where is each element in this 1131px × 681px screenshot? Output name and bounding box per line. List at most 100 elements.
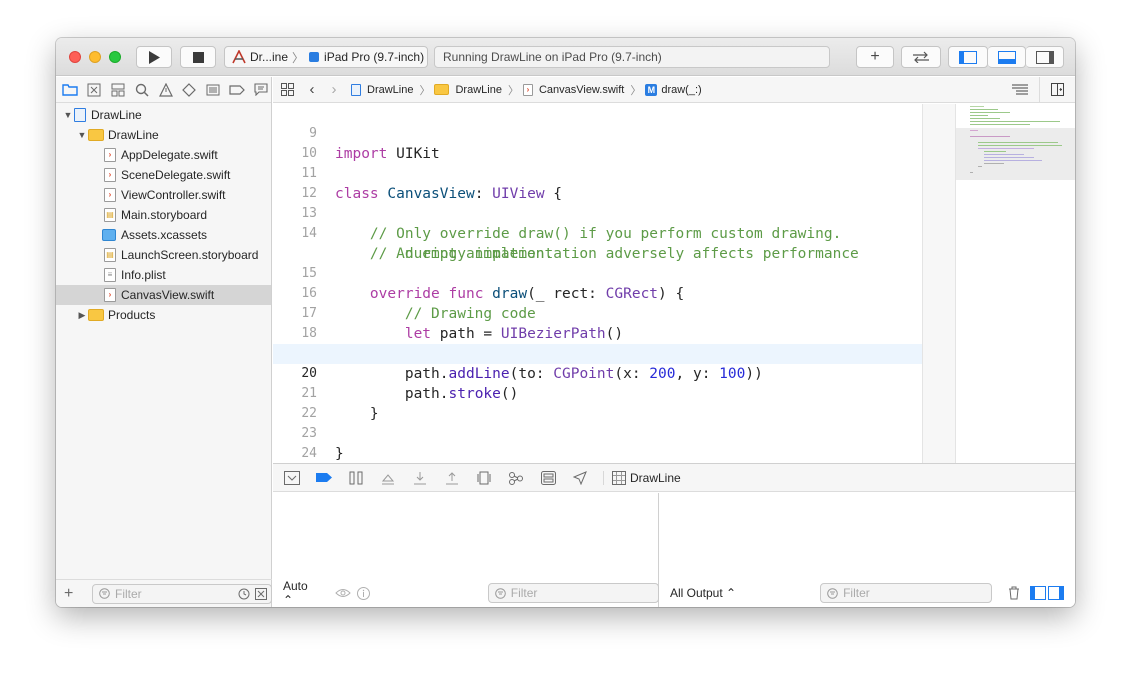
eye-icon[interactable]	[335, 587, 351, 599]
add-editor-button[interactable]	[1039, 76, 1075, 103]
minimap[interactable]	[955, 104, 1075, 463]
forward-button[interactable]: ›	[323, 81, 345, 98]
tree-item-file[interactable]: › AppDelegate.swift	[56, 145, 271, 165]
tree-item-file[interactable]: › ViewController.swift	[56, 185, 271, 205]
console-view[interactable]: All Output ⌃ Filter	[660, 493, 1075, 607]
disclosure-open-icon[interactable]: ▼	[76, 130, 88, 140]
symbol-navigator-tab[interactable]	[108, 80, 128, 100]
document-items-icon[interactable]	[1009, 84, 1031, 96]
filter-icon	[99, 588, 110, 599]
environment-overrides-button[interactable]	[539, 470, 557, 486]
plus-icon: +	[870, 48, 880, 65]
disclosure-closed-icon[interactable]: ▶	[76, 310, 88, 321]
hide-panel-icon	[284, 470, 300, 485]
split-editor-icon	[1051, 83, 1064, 96]
step-over-button[interactable]	[379, 470, 397, 486]
tree-item-file[interactable]: ▤ Main.storyboard	[56, 205, 271, 225]
code-line: 19 path.addLine(to: CGPoint(x: 200, y: 1…	[273, 324, 922, 382]
breakpoint-navigator-tab[interactable]	[227, 80, 247, 100]
tree-item-file-selected[interactable]: › CanvasView.swift	[56, 285, 271, 305]
hierarchy-icon	[111, 83, 125, 96]
filter-icon	[827, 587, 838, 599]
find-navigator-tab[interactable]	[132, 80, 152, 100]
tree-item-file[interactable]: ≡ Info.plist	[56, 265, 271, 285]
project-navigator-tab[interactable]	[60, 80, 80, 100]
console-output-selector[interactable]: All Output ⌃	[670, 586, 736, 600]
trash-icon[interactable]	[1008, 586, 1020, 600]
memory-graph-button[interactable]	[507, 470, 525, 486]
recent-files-icon[interactable]	[238, 588, 250, 600]
plist-file-icon: ≡	[104, 268, 116, 282]
toggle-debug-area-button[interactable]	[988, 46, 1026, 68]
jump-bar: ‹ › DrawLine 〉 DrawLine 〉 › CanvasView.s…	[273, 76, 1075, 103]
step-out-button[interactable]	[443, 470, 461, 486]
report-navigator-tab[interactable]	[251, 80, 271, 100]
swift-file-icon: ›	[104, 168, 116, 182]
info-icon[interactable]	[356, 586, 370, 600]
variables-view[interactable]: Auto ⌃ Filter	[273, 493, 659, 607]
toggle-navigator-button[interactable]	[948, 46, 988, 68]
run-button[interactable]	[136, 46, 172, 68]
test-navigator-tab[interactable]	[179, 80, 199, 100]
tree-item-label: CanvasView.swift	[121, 288, 215, 302]
debug-navigator-tab[interactable]	[203, 80, 223, 100]
tree-item-group-products[interactable]: ▶ Products	[56, 305, 271, 325]
activity-status: Running DrawLine on iPad Pro (9.7-inch)	[434, 46, 830, 68]
pause-button[interactable]	[347, 470, 365, 486]
stop-button[interactable]	[180, 46, 216, 68]
navigator-filter-input[interactable]: Filter	[92, 583, 272, 604]
library-button[interactable]: +	[856, 46, 894, 68]
back-button[interactable]: ‹	[301, 81, 323, 98]
tree-item-file[interactable]: Assets.xcassets	[56, 225, 271, 245]
filter-placeholder: Filter	[510, 586, 538, 600]
console-filter-input[interactable]: Filter	[820, 583, 993, 603]
tree-item-group-drawline[interactable]: ▼ DrawLine	[56, 125, 271, 145]
tree-item-label: LaunchScreen.storyboard	[121, 248, 259, 262]
activity-status-text: Running DrawLine on iPad Pro (9.7-inch)	[443, 50, 662, 64]
pause-icon	[349, 471, 363, 484]
scm-status-filter-icon[interactable]	[255, 587, 267, 600]
process-selector[interactable]: DrawLine	[603, 470, 681, 485]
zoom-window-button[interactable]	[109, 51, 121, 63]
step-into-icon	[414, 471, 426, 484]
folder-icon	[434, 84, 450, 95]
breakpoints-toggle-button[interactable]	[315, 470, 333, 486]
close-window-button[interactable]	[69, 51, 81, 63]
breadcrumb-label: CanvasView.swift	[538, 83, 625, 96]
simulate-location-button[interactable]	[571, 470, 589, 486]
add-file-button[interactable]: +	[64, 585, 80, 603]
hide-debug-area-button[interactable]	[283, 470, 301, 486]
project-navigator: ▼ DrawLine ▼ DrawLine › AppDelegate.swif…	[56, 77, 272, 607]
scheme-selector[interactable]: Dr...ine 〉 iPad Pro (9.7-inch)	[224, 46, 428, 68]
tree-item-project[interactable]: ▼ DrawLine	[56, 105, 271, 125]
variables-scope-selector[interactable]: Auto ⌃	[283, 579, 321, 607]
source-control-navigator-tab[interactable]	[84, 80, 104, 100]
code-line: 12	[273, 164, 922, 201]
breadcrumb-project[interactable]: DrawLine	[351, 83, 413, 96]
source-editor[interactable]: 9 import UIKit 10 11 class CanvasView: U…	[273, 104, 922, 463]
breadcrumb-label: draw(_:)	[661, 83, 702, 96]
tree-item-file[interactable]: ▤ LaunchScreen.storyboard	[56, 245, 271, 265]
view-debugger-button[interactable]	[475, 470, 493, 486]
variables-view-toggle-icon[interactable]	[1030, 586, 1047, 600]
code-line: 21 }	[273, 364, 922, 422]
variables-filter-input[interactable]: Filter	[487, 583, 659, 603]
breadcrumb-group[interactable]: DrawLine	[434, 84, 502, 96]
issue-navigator-tab[interactable]	[156, 80, 176, 100]
disclosure-open-icon[interactable]: ▼	[62, 110, 74, 120]
arrows-swap-icon	[913, 51, 929, 63]
tree-item-file[interactable]: › SceneDelegate.swift	[56, 165, 271, 185]
method-icon: M	[645, 83, 658, 96]
toggle-inspector-button[interactable]	[1026, 46, 1064, 68]
folder-icon	[62, 84, 78, 96]
console-view-toggle-icon[interactable]	[1048, 586, 1065, 600]
chevron-right-icon: 〉	[419, 84, 431, 97]
related-items-icon[interactable]	[273, 83, 301, 96]
breakpoint-icon	[229, 84, 246, 95]
minimize-window-button[interactable]	[89, 51, 101, 63]
code-review-button[interactable]	[901, 46, 941, 68]
step-into-button[interactable]	[411, 470, 429, 486]
breadcrumb-symbol[interactable]: M draw(_:)	[645, 83, 702, 96]
source-control-icon	[87, 83, 101, 96]
breadcrumb-file[interactable]: › CanvasView.swift	[522, 83, 625, 96]
